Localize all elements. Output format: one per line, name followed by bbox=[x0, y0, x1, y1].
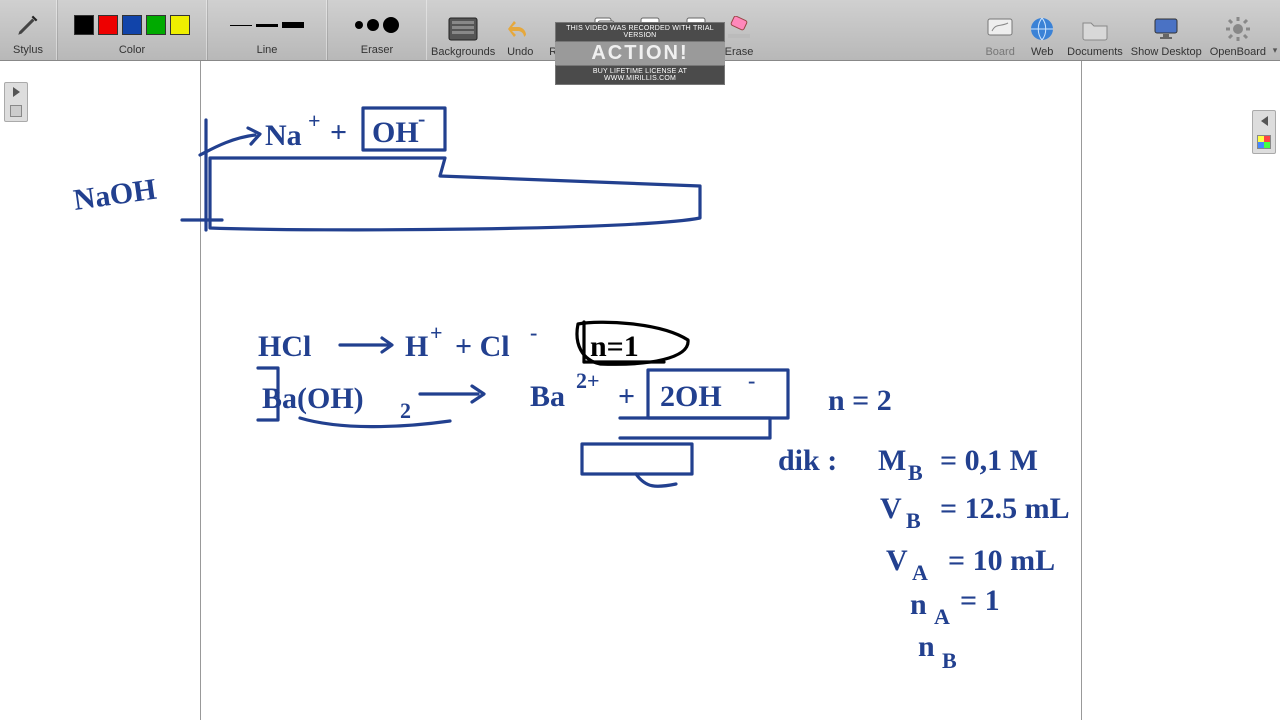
documents-button[interactable]: Documents bbox=[1063, 0, 1127, 60]
eraser-med[interactable] bbox=[367, 19, 379, 31]
left-dock[interactable] bbox=[4, 82, 28, 122]
dock-square-icon bbox=[10, 105, 22, 117]
undo-icon bbox=[503, 12, 537, 46]
color-blue[interactable] bbox=[122, 15, 142, 35]
monitor-icon bbox=[1149, 12, 1183, 46]
color-label: Color bbox=[119, 44, 145, 58]
show-desktop-label: Show Desktop bbox=[1131, 46, 1202, 58]
line-thin[interactable] bbox=[230, 25, 252, 26]
toolbar-spacer bbox=[760, 0, 979, 60]
undo-label: Undo bbox=[507, 46, 533, 58]
openboard-button[interactable]: OpenBoard bbox=[1206, 0, 1270, 60]
dock-palette-icon bbox=[1257, 135, 1271, 149]
backgrounds-icon bbox=[446, 12, 480, 46]
folder-icon bbox=[1078, 12, 1112, 46]
stylus-label: Stylus bbox=[13, 44, 43, 58]
backgrounds-button[interactable]: Backgrounds bbox=[427, 0, 499, 60]
line-label: Line bbox=[257, 44, 278, 58]
line-thick[interactable] bbox=[282, 22, 304, 28]
globe-icon bbox=[1025, 12, 1059, 46]
color-yellow[interactable] bbox=[170, 15, 190, 35]
board-button[interactable]: Board bbox=[979, 0, 1021, 60]
eraser-large[interactable] bbox=[383, 17, 399, 33]
board-label: Board bbox=[985, 46, 1014, 58]
menu-chevron-icon[interactable]: ▾ bbox=[1270, 0, 1280, 60]
expand-left-icon[interactable] bbox=[13, 87, 20, 97]
pen-icon bbox=[11, 10, 45, 40]
color-group[interactable]: Color bbox=[57, 0, 207, 60]
eraser-label: Eraser bbox=[361, 44, 393, 58]
show-desktop-button[interactable]: Show Desktop bbox=[1127, 0, 1206, 60]
color-black[interactable] bbox=[74, 15, 94, 35]
documents-label: Documents bbox=[1067, 46, 1123, 58]
watermark-top: THIS VIDEO WAS RECORDED WITH TRIAL VERSI… bbox=[555, 22, 725, 42]
board-icon bbox=[983, 12, 1017, 46]
web-button[interactable]: Web bbox=[1021, 0, 1063, 60]
expand-right-icon[interactable] bbox=[1261, 116, 1268, 126]
backgrounds-label: Backgrounds bbox=[431, 46, 495, 58]
web-label: Web bbox=[1031, 46, 1053, 58]
color-red[interactable] bbox=[98, 15, 118, 35]
gear-icon bbox=[1221, 12, 1255, 46]
watermark-bottom: BUY LIFETIME LICENSE AT WWW.MIRILLIS.COM bbox=[555, 65, 725, 85]
line-med[interactable] bbox=[256, 24, 278, 27]
undo-button[interactable]: Undo bbox=[499, 0, 541, 60]
page bbox=[200, 60, 1082, 720]
erase-icon bbox=[722, 12, 756, 46]
eraser-group[interactable]: Eraser bbox=[327, 0, 427, 60]
trial-watermark: THIS VIDEO WAS RECORDED WITH TRIAL VERSI… bbox=[555, 22, 725, 85]
openboard-label: OpenBoard bbox=[1210, 46, 1266, 58]
stylus-group[interactable]: Stylus bbox=[0, 0, 57, 60]
eraser-small[interactable] bbox=[355, 21, 363, 29]
line-group[interactable]: Line bbox=[207, 0, 327, 60]
watermark-brand: ACTION! bbox=[555, 42, 725, 65]
color-green[interactable] bbox=[146, 15, 166, 35]
erase-label: Erase bbox=[725, 46, 754, 58]
right-dock[interactable] bbox=[1252, 110, 1276, 154]
